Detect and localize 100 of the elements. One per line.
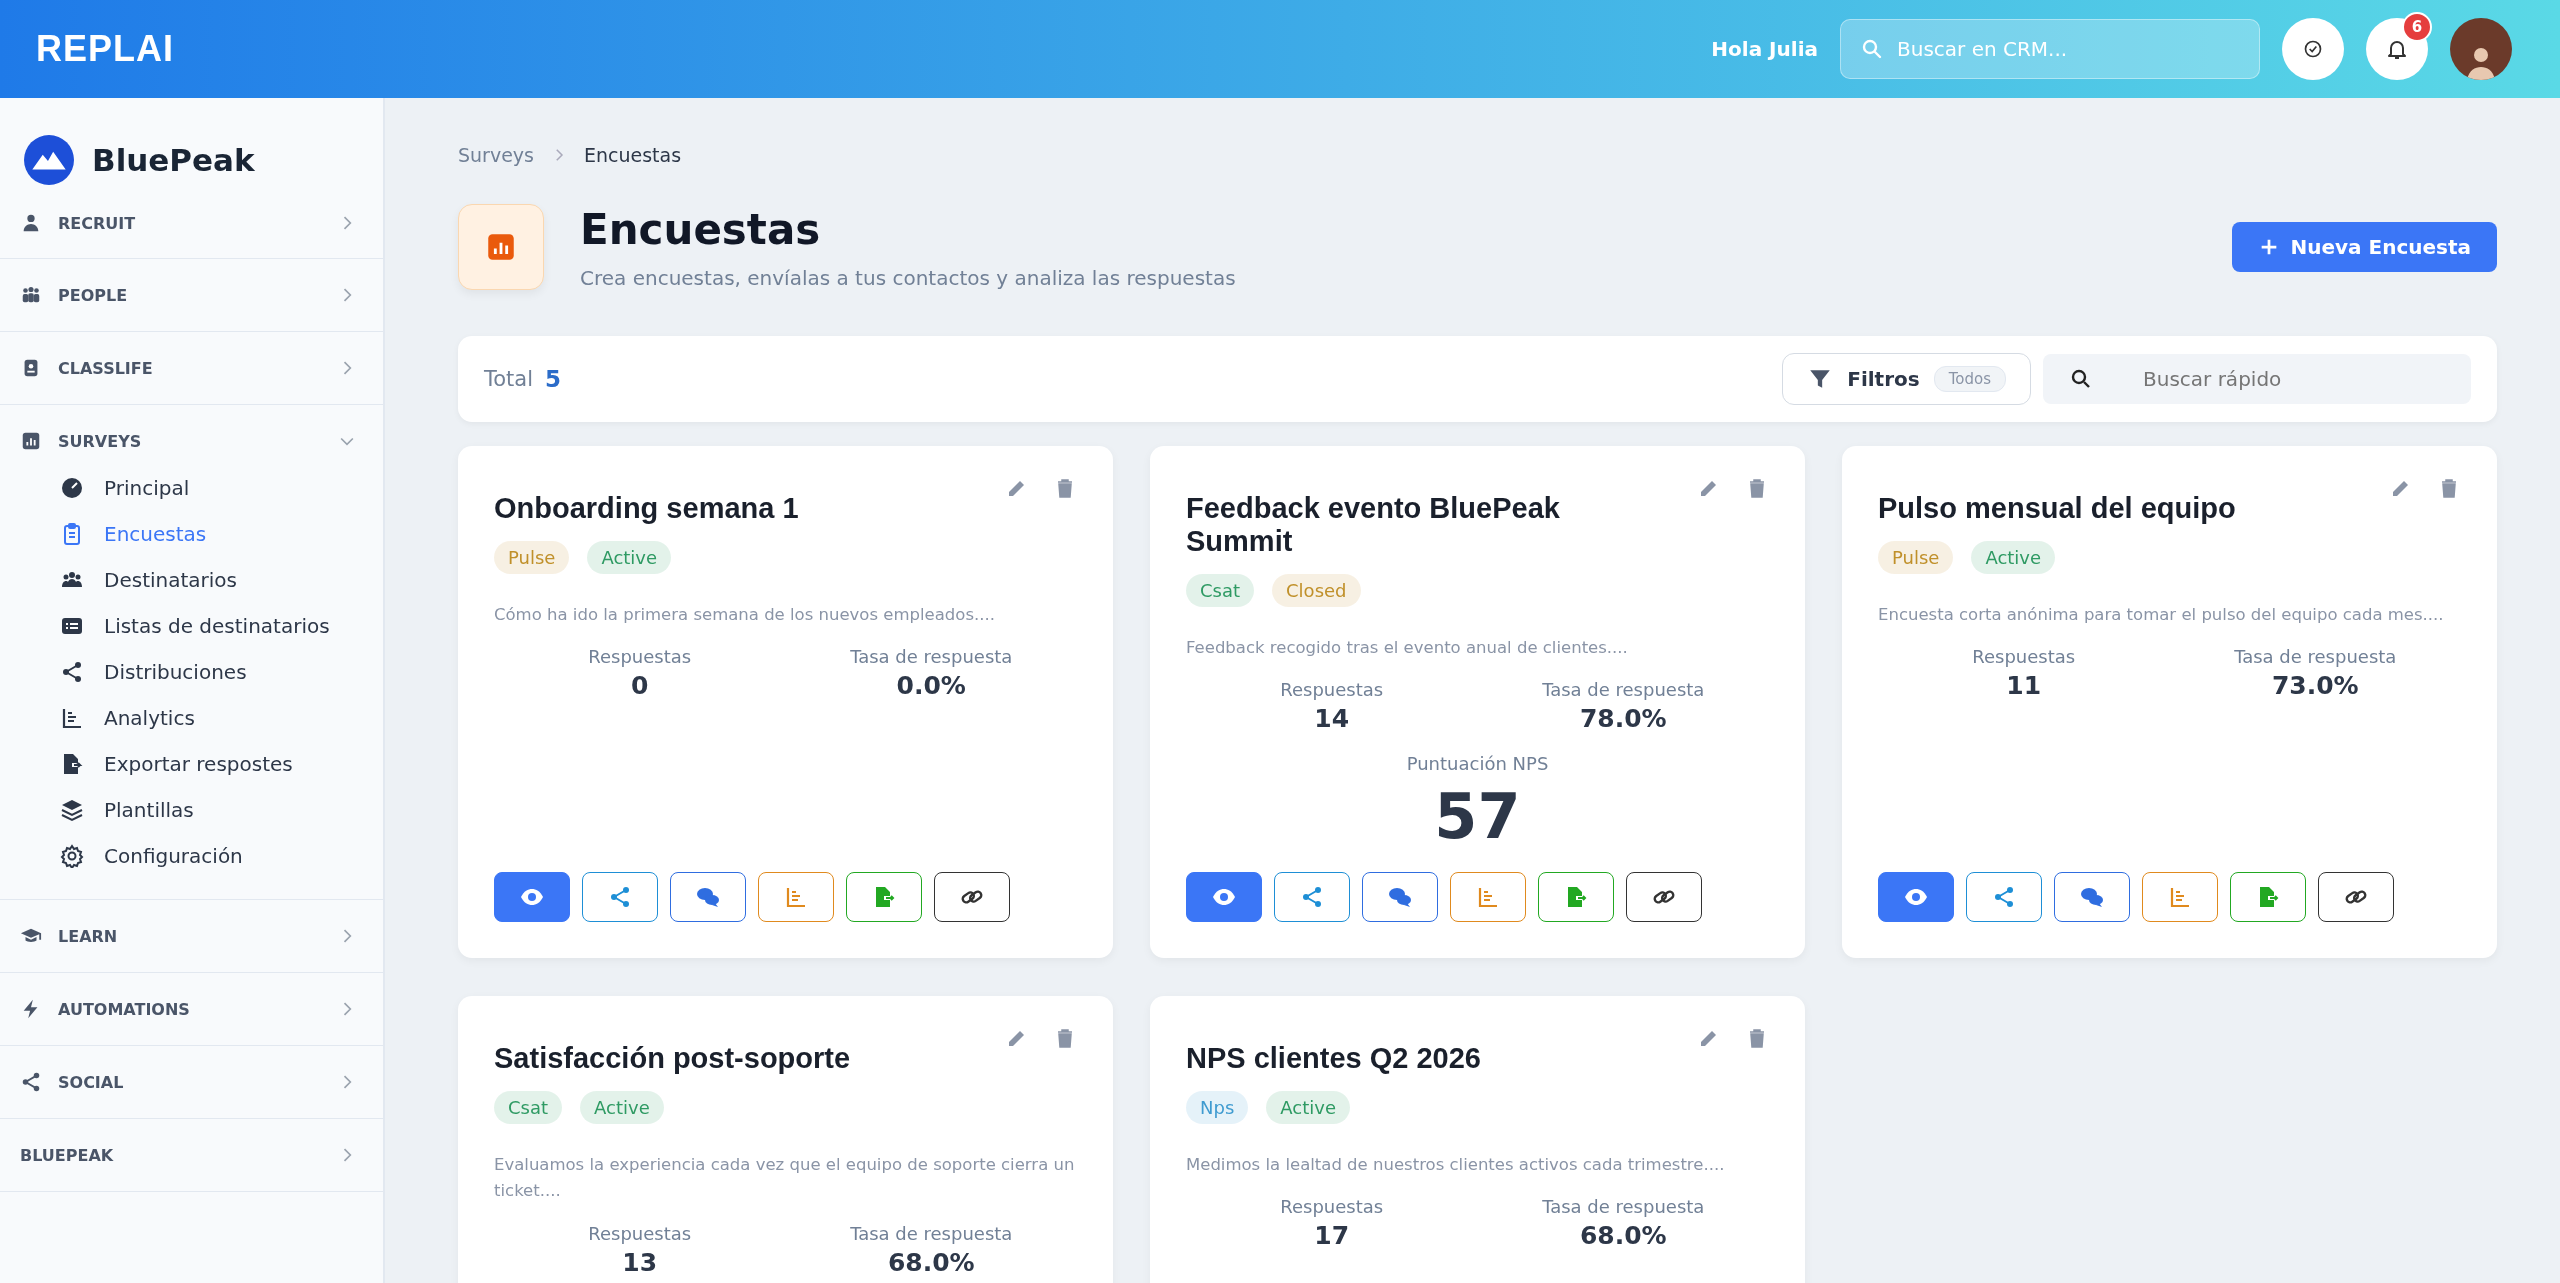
section-label: BLUEPEAK xyxy=(20,1145,115,1165)
status-tag: Closed xyxy=(1272,574,1361,607)
analytics-button[interactable] xyxy=(2142,872,2218,922)
share-button[interactable] xyxy=(582,872,658,922)
sidebar-item[interactable]: Exportar respostes xyxy=(60,741,293,787)
search-field[interactable]: Buscar en CRM... xyxy=(1840,19,2260,79)
section-label: SOCIAL xyxy=(58,1072,125,1092)
check-circle-icon xyxy=(2303,39,2323,59)
speech-bubbles-icon xyxy=(696,885,720,909)
sidebar-item[interactable]: Distribuciones xyxy=(60,649,247,695)
nps-score: 57 xyxy=(1434,780,1521,854)
page-subtitle: Crea encuestas, envíalas a tus contactos y analiza las respuestas xyxy=(580,265,1236,290)
stat-value: 68.0% xyxy=(887,1247,975,1277)
comments-button[interactable] xyxy=(670,872,746,922)
export-button[interactable] xyxy=(1538,872,1614,922)
stat-label: Tasa de respuesta xyxy=(1542,679,1705,701)
stat-value: 78.0% xyxy=(1579,704,1667,734)
stat-label: Respuestas xyxy=(1280,679,1384,701)
link-button[interactable] xyxy=(1626,872,1702,922)
section-label: RECRUIT xyxy=(58,213,137,233)
page-title: Encuestas xyxy=(580,204,822,254)
stat-value: 73.0% xyxy=(2271,671,2359,701)
total-label: Total xyxy=(484,367,534,391)
section-label: PEOPLE xyxy=(58,285,129,305)
app-logo[interactable]: REPLAI xyxy=(36,28,174,70)
share-icon xyxy=(608,885,632,909)
sidebar-item[interactable]: Configuración xyxy=(60,833,243,879)
nps-label: Puntuación NPS xyxy=(1406,753,1549,775)
survey-title: Satisfacción post-soporte xyxy=(494,1042,852,1075)
quick-search-field[interactable]: Buscar rápido xyxy=(2043,354,2471,404)
sidebar-section[interactable]: CLASSLIFE xyxy=(0,332,383,404)
bar-chart-icon xyxy=(1476,885,1500,909)
sidebar-item[interactable]: Listas de destinatarios xyxy=(60,603,330,649)
stat-value: 11 xyxy=(2006,671,2042,701)
breadcrumb-item[interactable]: Surveys xyxy=(458,144,534,166)
stat-label: Tasa de respuesta xyxy=(850,1222,1013,1244)
breadcrumb-item: Encuestas xyxy=(584,144,682,166)
share-icon xyxy=(1300,885,1324,909)
export-button[interactable] xyxy=(2230,872,2306,922)
notification-count: 6 xyxy=(2402,12,2432,42)
link-button[interactable] xyxy=(934,872,1010,922)
sidebar-section[interactable]: BLUEPEAK xyxy=(0,1119,383,1191)
survey-description: Feedback recogido tras el evento anual de clientes.... xyxy=(1186,637,1629,659)
section-label: AUTOMATIONS xyxy=(58,999,191,1019)
share-button[interactable] xyxy=(1966,872,2042,922)
sidebar-item[interactable]: Encuestas xyxy=(60,511,207,557)
speech-bubbles-icon xyxy=(1388,885,1412,909)
survey-title: Onboarding semana 1 xyxy=(494,492,800,525)
menu-item-icon xyxy=(60,706,84,730)
view-button[interactable] xyxy=(1186,872,1262,922)
menu-item-icon xyxy=(60,798,84,822)
section-label: LEARN xyxy=(58,926,119,946)
link-button[interactable] xyxy=(2318,872,2394,922)
speech-bubbles-icon xyxy=(2080,885,2104,909)
sidebar-item[interactable]: Plantillas xyxy=(60,787,194,833)
stat-label: Respuestas xyxy=(588,646,692,668)
menu-item-icon xyxy=(60,476,84,500)
status-tag: Active xyxy=(580,1091,664,1124)
analytics-button[interactable] xyxy=(1450,872,1526,922)
survey-description: Cómo ha ido la primera semana de los nuevos empleados.... xyxy=(494,604,996,626)
stat-value: 13 xyxy=(622,1247,658,1277)
sidebar-section[interactable]: AUTOMATIONS xyxy=(0,973,383,1045)
section-icon xyxy=(20,430,42,452)
search-icon xyxy=(1860,37,1884,61)
view-button[interactable] xyxy=(494,872,570,922)
stat-label: Tasa de respuesta xyxy=(850,646,1013,668)
greeting: Hola Julia xyxy=(1711,37,1818,61)
stat-label: Tasa de respuesta xyxy=(1542,1196,1705,1218)
analytics-button[interactable] xyxy=(758,872,834,922)
sidebar-section[interactable]: RECRUIT xyxy=(0,174,383,258)
export-button[interactable] xyxy=(846,872,922,922)
stat-value: 14 xyxy=(1314,704,1350,734)
new-survey-button[interactable]: Nueva Encuesta xyxy=(2232,222,2497,272)
share-icon xyxy=(1992,885,2016,909)
status-tag: Active xyxy=(1266,1091,1350,1124)
view-button[interactable] xyxy=(1878,872,1954,922)
stat-label: Respuestas xyxy=(1972,646,2076,668)
section-label: SURVEYS xyxy=(58,431,143,451)
sidebar-section[interactable]: LEARN xyxy=(0,900,383,972)
survey-description: Encuesta corta anónima para tomar el pulso del equipo cada mes.... xyxy=(1878,604,2445,626)
status-tag: Active xyxy=(587,541,672,574)
survey-title: NPS clientes Q2 2026 xyxy=(1186,1042,1482,1075)
share-button[interactable] xyxy=(1274,872,1350,922)
stat-value: 0.0% xyxy=(896,671,966,701)
menu-item-icon xyxy=(60,844,84,868)
mountain-logo-icon xyxy=(24,135,74,185)
comments-button[interactable] xyxy=(2054,872,2130,922)
filter-button[interactable]: Filtros Todos xyxy=(1782,353,2031,405)
survey-title: Feedback evento BluePeak Summit xyxy=(1186,492,1561,558)
stat-label: Respuestas xyxy=(588,1222,692,1244)
status-tag: Pulse xyxy=(494,541,570,574)
sidebar-item[interactable]: Destinatarios xyxy=(60,557,237,603)
sidebar-item[interactable]: Analytics xyxy=(60,695,195,741)
sidebar-section[interactable]: PEOPLE xyxy=(0,259,383,331)
comments-button[interactable] xyxy=(1362,872,1438,922)
total-count: 5 xyxy=(545,366,562,392)
survey-description: Medimos la lealtad de nuestros clientes activos cada trimestre.... xyxy=(1186,1154,1726,1176)
status-tag: Nps xyxy=(1186,1091,1249,1124)
sidebar-section[interactable]: SOCIAL xyxy=(0,1046,383,1118)
stat-value: 0 xyxy=(631,671,649,701)
